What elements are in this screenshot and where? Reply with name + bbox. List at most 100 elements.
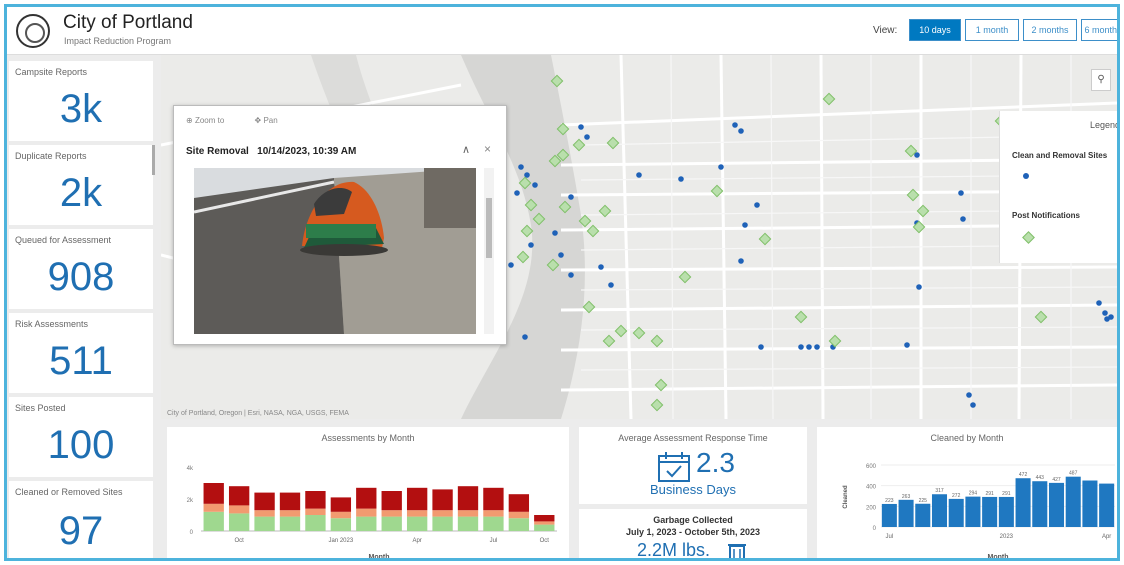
assessment-bar-segment: [228, 513, 250, 531]
view-10-days-button[interactable]: 10 days: [909, 19, 961, 41]
assessment-bar-segment: [406, 487, 428, 511]
y-tick-label: 4k: [187, 466, 194, 472]
assessment-bar-segment: [254, 510, 275, 517]
cleaned-bar: [1065, 476, 1081, 527]
bar-data-label: 472: [1019, 472, 1028, 478]
map-search-icon[interactable]: ⚲: [1091, 69, 1111, 91]
site-marker: [568, 272, 574, 278]
assessment-bar-segment: [483, 510, 504, 517]
site-marker: [552, 230, 558, 236]
assessment-bar-segment: [203, 483, 224, 504]
assessment-bar-segment: [305, 508, 326, 515]
app-title: City of Portland: [63, 12, 193, 33]
assessment-bar-segment: [228, 486, 250, 506]
x-tick-label: Oct: [540, 538, 550, 544]
assessment-bar-segment: [432, 516, 453, 531]
stat-value: 2k: [59, 171, 103, 215]
assessments-chart-panel: Assessments by Month 4k 2k 0 Oct Jan 2023 Apr…: [167, 427, 569, 558]
garbage-period: July 1, 2023 - October 5th, 2023: [625, 527, 761, 537]
garbage-panel: Garbage Collected July 1, 2023 - October…: [579, 509, 807, 560]
assessment-bar-segment: [483, 516, 504, 531]
bar-data-label: 225: [919, 498, 928, 504]
app-subtitle: Impact Reduction Program: [64, 36, 172, 46]
notification-marker: [602, 334, 616, 348]
assessment-bar-segment: [203, 511, 224, 531]
notification-marker: [572, 138, 586, 152]
notification-marker: [650, 398, 664, 412]
site-marker: [578, 124, 584, 130]
bar-data-label: 427: [1052, 477, 1061, 483]
cleaned-bar: [948, 498, 964, 527]
bar-data-label: 223: [885, 498, 894, 504]
notification-marker: [916, 204, 930, 218]
assessment-bar-segment: [432, 510, 453, 517]
legend-title: Legend: [1089, 120, 1120, 130]
assessment-bar-segment: [305, 491, 326, 509]
site-marker: [754, 202, 760, 208]
assessment-bar-segment: [356, 487, 377, 509]
calendar-check-icon: [658, 452, 690, 482]
site-marker: [958, 190, 964, 196]
bar-data-label: 443: [1036, 475, 1045, 481]
bar-data-label: 487: [1069, 471, 1078, 477]
popup-scrollbar[interactable]: [484, 168, 494, 334]
notification-marker: [906, 188, 920, 202]
garbage-value: 2.2M lbs.: [637, 540, 711, 560]
assessment-bar-segment: [406, 510, 428, 517]
site-marker: [970, 402, 976, 408]
site-popup[interactable]: ⊕ Zoom to ✥ Pan Site Removal 10/14/2023,…: [173, 105, 507, 345]
notification-marker: [758, 232, 772, 246]
legend-label-sites: Clean and Removal Sites: [1012, 151, 1108, 160]
site-dot-icon: [1023, 173, 1029, 179]
notification-marker: [710, 184, 724, 198]
y-axis-label: Cleaned: [843, 485, 849, 509]
stat-card-cleaned-or-removed-sites: Cleaned or Removed Sites 97: [9, 481, 153, 558]
response-time-panel: Average Assessment Response Time 2.3 Bus…: [579, 427, 807, 504]
popup-timestamp: 10/14/2023, 10:39 AM: [257, 146, 357, 157]
notification-marker: [520, 224, 534, 238]
assessment-bar-segment: [279, 516, 301, 531]
cleaned-bar: [931, 494, 948, 527]
response-title: Average Assessment Response Time: [618, 433, 768, 443]
view-2-months-button[interactable]: 2 months: [1023, 19, 1077, 41]
zoom-to-label: Zoom to: [194, 116, 225, 125]
notification-marker: [516, 250, 530, 264]
site-marker: [738, 258, 744, 264]
stat-value: 511: [49, 339, 113, 383]
x-axis-label: Month: [988, 554, 1009, 561]
stat-value: 908: [47, 255, 115, 299]
assessment-bar-segment: [203, 503, 224, 512]
close-icon[interactable]: ×: [484, 142, 491, 156]
zoom-to-action[interactable]: ⊕ Zoom to: [186, 116, 238, 125]
header: City of Portland Impact Reduction Progra…: [7, 7, 1117, 55]
site-marker: [798, 344, 804, 350]
assessment-bar-segment: [279, 492, 301, 511]
notification-marker: [518, 176, 532, 190]
notification-marker: [650, 334, 664, 348]
stat-card-sites-posted: Sites Posted 100: [9, 397, 153, 477]
assessment-bar-segment: [534, 521, 555, 525]
legend-label-notifications: Post Notifications: [1012, 211, 1081, 220]
site-marker: [732, 122, 738, 128]
site-marker: [904, 342, 910, 348]
collapse-icon[interactable]: ∧: [462, 143, 470, 156]
site-marker: [532, 182, 538, 188]
assessment-bar-segment: [508, 518, 530, 531]
bar-data-label: 272: [952, 493, 961, 499]
site-marker: [514, 190, 520, 196]
x-tick-label: 2023: [1000, 534, 1014, 540]
chart-title: Cleaned by Month: [930, 433, 1004, 443]
assessment-bar-segment: [228, 505, 250, 514]
pan-action[interactable]: ✥ Pan: [255, 116, 292, 125]
y-tick-label: 600: [866, 464, 877, 470]
site-marker: [636, 172, 642, 178]
site-marker: [806, 344, 812, 350]
sidebar-scrollbar[interactable]: [152, 145, 155, 175]
y-tick-label: 400: [866, 485, 877, 491]
view-1-month-button[interactable]: 1 month: [965, 19, 1019, 41]
cleaned-bar: [898, 499, 914, 527]
legend-panel: Legend Clean and Removal Sites Post Noti…: [999, 111, 1120, 263]
view-6-months-button[interactable]: 6 months: [1081, 19, 1117, 41]
site-marker: [518, 164, 524, 170]
stat-value: 100: [47, 423, 115, 467]
